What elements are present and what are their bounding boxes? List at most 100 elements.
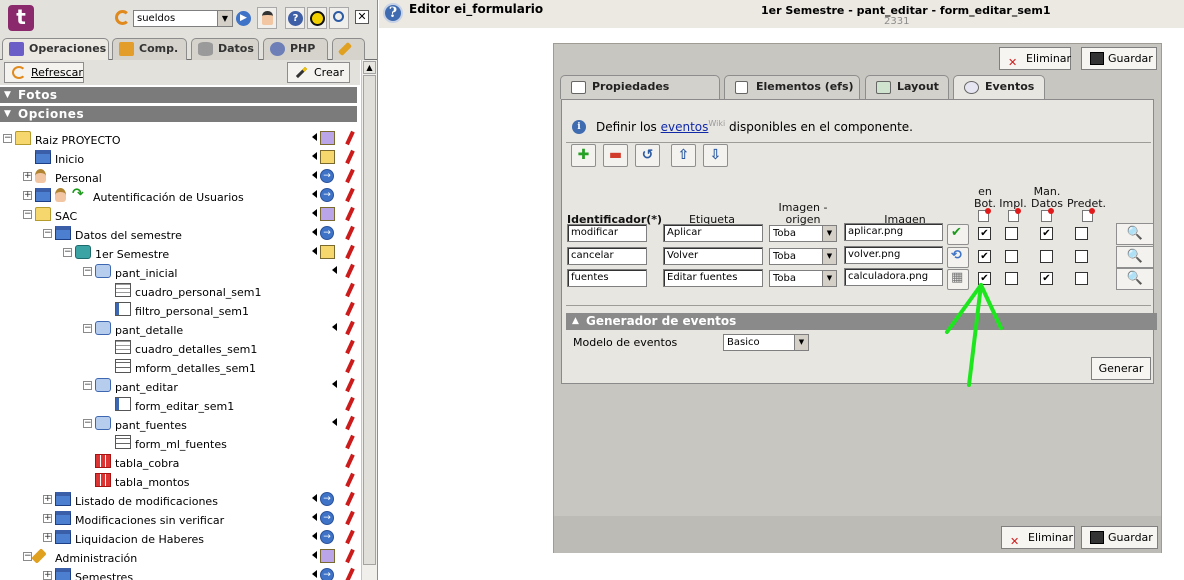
- add-event-button[interactable]: ✚: [571, 144, 596, 167]
- toba-logo[interactable]: t: [8, 5, 34, 31]
- edit-pencil-icon[interactable]: [343, 397, 355, 412]
- edit-pencil-icon[interactable]: [343, 169, 355, 184]
- expand-icon[interactable]: +: [23, 191, 32, 200]
- navigate-icon[interactable]: →: [320, 511, 334, 525]
- edit-pencil-icon[interactable]: [343, 207, 355, 222]
- tree-node[interactable]: − pant_fuentes: [0, 414, 360, 433]
- event-label-input[interactable]: Volver: [663, 246, 763, 265]
- navigate-icon[interactable]: →: [320, 226, 334, 240]
- tree-node[interactable]: Inicio: [0, 148, 360, 167]
- tree-node[interactable]: + Semestres →: [0, 566, 360, 580]
- edit-pencil-icon[interactable]: [343, 378, 355, 393]
- tree-node[interactable]: + Modificaciones sin verificar →: [0, 509, 360, 528]
- edit-pencil-icon[interactable]: [343, 188, 355, 203]
- create-button[interactable]: Crear: [287, 62, 350, 83]
- help-button[interactable]: ?: [285, 7, 305, 29]
- checkbox-predet[interactable]: [1075, 227, 1088, 240]
- search-image-button[interactable]: 🔍: [1116, 268, 1154, 290]
- model-select[interactable]: Basico ▼: [723, 334, 809, 351]
- user-avatar-button[interactable]: [257, 7, 277, 29]
- event-label-input[interactable]: Aplicar: [663, 224, 763, 242]
- left-arrow-icon[interactable]: [312, 171, 317, 179]
- tree-node[interactable]: filtro_personal_sem1: [0, 300, 360, 319]
- event-id-input[interactable]: cancelar: [567, 246, 647, 265]
- left-arrow-icon[interactable]: [312, 513, 317, 521]
- undo-button[interactable]: ↺: [635, 144, 660, 167]
- left-arrow-icon[interactable]: [312, 247, 317, 255]
- tree-node[interactable]: cuadro_personal_sem1: [0, 281, 360, 300]
- checkbox-impl[interactable]: [1005, 227, 1018, 240]
- generate-button[interactable]: Generar: [1091, 357, 1151, 380]
- edit-pencil-icon[interactable]: [343, 321, 355, 336]
- tree-node[interactable]: tabla_cobra: [0, 452, 360, 471]
- event-image-preview[interactable]: ⟲: [947, 246, 969, 268]
- operation-icon[interactable]: [320, 549, 335, 563]
- navigate-icon[interactable]: →: [320, 568, 334, 580]
- tree-node[interactable]: form_editar_sem1: [0, 395, 360, 414]
- tab-operaciones[interactable]: Operaciones: [2, 38, 109, 60]
- collapse-icon[interactable]: −: [83, 381, 92, 390]
- section-opciones[interactable]: ▼ Opciones: [0, 106, 357, 122]
- refresh-button[interactable]: Refrescar: [4, 62, 84, 83]
- collapse-icon[interactable]: −: [83, 324, 92, 333]
- edit-pencil-icon[interactable]: [343, 245, 355, 260]
- tree-node[interactable]: − Raiz PROYECTO: [0, 129, 360, 148]
- left-scrollbar[interactable]: ▲: [361, 60, 377, 580]
- open-folder-icon[interactable]: [320, 150, 335, 164]
- checkbox-predet[interactable]: [1075, 272, 1088, 285]
- search-image-button[interactable]: 🔍: [1116, 245, 1154, 268]
- tree-node[interactable]: tabla_montos: [0, 471, 360, 490]
- open-folder-icon[interactable]: [320, 245, 335, 259]
- navigate-icon[interactable]: →: [320, 530, 334, 544]
- tab-layout[interactable]: Layout: [865, 75, 949, 99]
- left-arrow-icon[interactable]: [332, 266, 337, 274]
- image-file-input[interactable]: aplicar.png: [844, 223, 943, 241]
- tab-elementos[interactable]: Elementos (efs): [724, 75, 860, 99]
- edit-pencil-icon[interactable]: [343, 264, 355, 279]
- go-icon[interactable]: ▶: [236, 11, 251, 26]
- tree-node[interactable]: form_ml_fuentes: [0, 433, 360, 452]
- collapse-icon[interactable]: −: [83, 419, 92, 428]
- tree-node[interactable]: − Administración: [0, 547, 360, 566]
- tree-node[interactable]: + Listado de modificaciones →: [0, 490, 360, 509]
- tree-node[interactable]: cuadro_detalles_sem1: [0, 338, 360, 357]
- edit-pencil-icon[interactable]: [343, 568, 355, 580]
- left-arrow-icon[interactable]: [312, 570, 317, 578]
- left-arrow-icon[interactable]: [312, 532, 317, 540]
- tree-node[interactable]: − pant_detalle: [0, 319, 360, 338]
- event-image-preview[interactable]: ✔: [947, 224, 969, 245]
- collapse-icon[interactable]: −: [43, 229, 52, 238]
- edit-pencil-icon[interactable]: [343, 150, 355, 165]
- collapse-icon[interactable]: −: [23, 210, 32, 219]
- delete-button[interactable]: ✕ Eliminar: [999, 47, 1071, 70]
- edit-pencil-icon[interactable]: [343, 530, 355, 545]
- move-up-button[interactable]: ⇧: [671, 144, 696, 167]
- edit-pencil-icon[interactable]: [343, 302, 355, 317]
- edit-pencil-icon[interactable]: [343, 492, 355, 507]
- edit-pencil-icon[interactable]: [343, 226, 355, 241]
- tree-node[interactable]: + Personal →: [0, 167, 360, 186]
- search-button[interactable]: [329, 7, 349, 29]
- edit-pencil-icon[interactable]: [343, 283, 355, 298]
- image-file-input[interactable]: volver.png: [844, 245, 943, 264]
- left-arrow-icon[interactable]: [312, 152, 317, 160]
- expand-icon[interactable]: +: [43, 533, 52, 542]
- left-arrow-icon[interactable]: [312, 133, 317, 141]
- event-label-input[interactable]: Editar fuentes: [663, 269, 763, 287]
- generator-section[interactable]: ▲ Generador de eventos: [566, 313, 1157, 330]
- left-arrow-icon[interactable]: [312, 551, 317, 559]
- collapse-icon[interactable]: −: [23, 552, 32, 561]
- checkbox-man-datos[interactable]: ✔: [1040, 227, 1053, 240]
- tree-node[interactable]: + Liquidacion de Haberes →: [0, 528, 360, 547]
- edit-pencil-icon[interactable]: [343, 549, 355, 564]
- tab-tools[interactable]: [332, 38, 365, 60]
- edit-pencil-icon[interactable]: [343, 131, 355, 146]
- tree-node[interactable]: mform_detalles_sem1: [0, 357, 360, 376]
- operation-icon[interactable]: [320, 207, 335, 221]
- image-origin-select[interactable]: Toba ▼: [769, 225, 837, 242]
- checkbox-man-datos[interactable]: ✔: [1040, 272, 1053, 285]
- edit-pencil-icon[interactable]: [343, 511, 355, 526]
- checkbox-en-bot[interactable]: ✔: [978, 227, 991, 240]
- image-origin-select[interactable]: Toba ▼: [769, 270, 837, 287]
- project-select[interactable]: sueldos ▼: [133, 10, 233, 27]
